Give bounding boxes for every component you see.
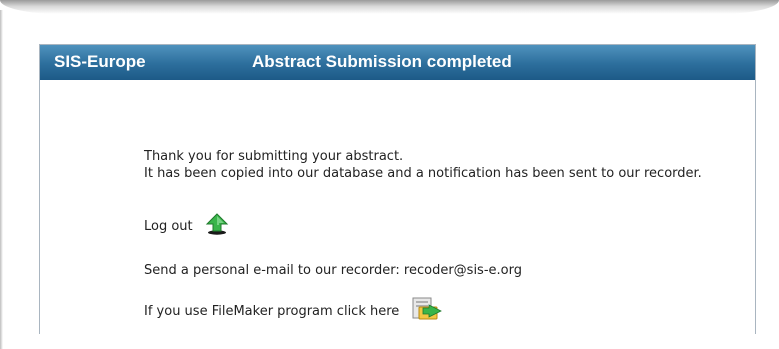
window-top-shadow [0, 0, 779, 14]
header-bar: SIS-Europe Abstract Submission completed [40, 45, 755, 80]
window-left-edge [0, 10, 3, 349]
notification-text: It has been copied into our database and… [144, 166, 702, 181]
brand-name: SIS-Europe [54, 52, 146, 71]
submission-panel: SIS-Europe Abstract Submission completed… [39, 44, 756, 334]
logout-row: Log out [144, 213, 229, 239]
page-title: Abstract Submission completed [252, 52, 512, 71]
thank-you-text: Thank you for submitting your abstract. [144, 149, 404, 164]
logout-link[interactable]: Log out [144, 219, 193, 234]
filemaker-export-icon[interactable] [411, 296, 443, 326]
upload-arrow-icon[interactable] [205, 213, 229, 239]
email-recorder-text[interactable]: Send a personal e-mail to our recorder: … [144, 263, 522, 278]
filemaker-row: If you use FileMaker program click here [144, 296, 443, 326]
filemaker-text: If you use FileMaker program click here [144, 303, 400, 319]
